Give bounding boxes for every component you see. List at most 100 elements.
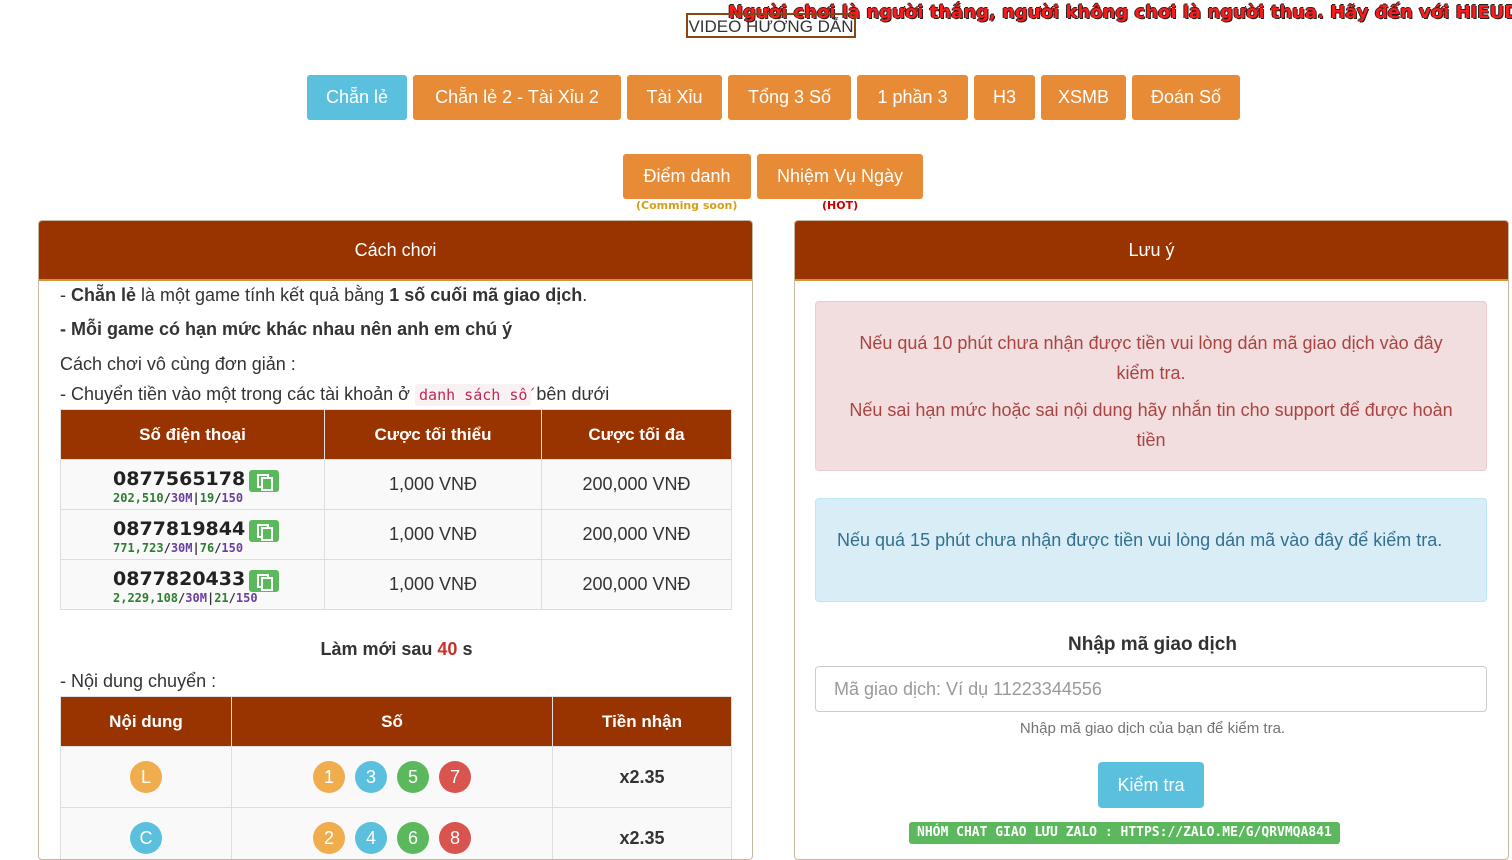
min-bet-cell: 1,000 VNĐ <box>325 560 542 610</box>
content-code-cell: L <box>61 747 232 808</box>
transaction-code-input[interactable] <box>815 666 1487 712</box>
stat-max: 150 <box>236 591 258 605</box>
col-min-bet: Cược tối thiểu <box>325 410 542 460</box>
intro-end: . <box>582 285 587 305</box>
zalo-group-link[interactable]: NHÓM CHAT GIAO LƯU ZALO : HTTPS://ZALO.M… <box>909 822 1340 844</box>
transfer-prefix: - Chuyển tiền vào một trong các tài khoả… <box>60 384 410 404</box>
stat-max: 150 <box>221 541 243 555</box>
intro-game-name: Chẵn lẻ <box>71 285 136 305</box>
copy-icon[interactable] <box>249 570 279 592</box>
notes-panel: Lưu ý Nếu quá 10 phút chưa nhận được tiề… <box>794 220 1509 860</box>
table-row: 0877819844 771,723/30M|76/150 1,000 VNĐ … <box>61 510 732 560</box>
number-ball: 3 <box>355 761 387 793</box>
simple-text: Cách chơi vô cùng đơn giản : <box>60 354 296 375</box>
stat-amount: 2,229,108 <box>113 591 178 605</box>
payout-cell: x2.35 <box>553 808 732 860</box>
table-row: C 2468 x2.35 <box>61 808 732 860</box>
tab-doan-so[interactable]: Đoán Số <box>1132 75 1240 120</box>
max-bet-cell: 200,000 VNĐ <box>542 560 732 610</box>
tab-1-phan-3[interactable]: 1 phần 3 <box>857 75 968 120</box>
refresh-timer: Làm mới sau 40 s <box>39 639 753 660</box>
alert-danger-line1: Nếu quá 10 phút chưa nhận được tiền vui … <box>816 328 1486 388</box>
min-bet-cell: 1,000 VNĐ <box>325 510 542 560</box>
col-max-bet: Cược tối đa <box>542 410 732 460</box>
alert-danger-line2: Nếu sai hạn mức hoặc sai nội dung hãy nh… <box>816 388 1486 455</box>
tab-chan-le-2[interactable]: Chẵn lẻ 2 - Tài Xỉu 2 <box>413 75 621 120</box>
phone-number: 0877565178 <box>113 468 245 490</box>
content-code-cell: C <box>61 808 232 860</box>
number-list-code: danh sách số <box>415 384 531 406</box>
content-label: - Nội dung chuyển : <box>60 671 216 692</box>
content-table: Nội dung Số Tiền nhận L 1357 x2.35 C 246… <box>60 696 732 860</box>
number-ball: 1 <box>313 761 345 793</box>
tab-tai-xiu[interactable]: Tài Xỉu <box>627 75 722 120</box>
number-ball: 8 <box>439 822 471 854</box>
stat-limit: 30M <box>171 541 193 555</box>
content-header-row: Nội dung Số Tiền nhận <box>61 697 732 747</box>
how-to-title: Cách chơi <box>39 221 752 281</box>
number-ball: 7 <box>439 761 471 793</box>
col-phone: Số điện thoại <box>61 410 325 460</box>
intro-mid: là một game tính kết quả bằng <box>136 285 389 305</box>
tab-tong-3-so[interactable]: Tổng 3 Số <box>728 75 851 120</box>
check-button[interactable]: Kiểm tra <box>1098 762 1204 808</box>
table-row: L 1357 x2.35 <box>61 747 732 808</box>
phone-cell: 0877565178 202,510/30M|19/150 <box>61 460 325 510</box>
max-bet-cell: 200,000 VNĐ <box>542 460 732 510</box>
alert-danger: Nếu quá 10 phút chưa nhận được tiền vui … <box>815 301 1487 471</box>
number-ball: 4 <box>355 822 387 854</box>
table-row: 0877820433 2,229,108/30M|21/150 1,000 VN… <box>61 560 732 610</box>
stat-count: 21 <box>214 591 228 605</box>
refresh-label: Làm mới sau <box>321 639 433 659</box>
copy-icon[interactable] <box>249 520 279 542</box>
stat-amount: 202,510 <box>113 491 164 505</box>
intro-line: - Chẵn lẻ là một game tính kết quả bằng … <box>60 285 587 306</box>
phone-number: 0877819844 <box>113 518 245 540</box>
table-row: 0877565178 202,510/30M|19/150 1,000 VNĐ … <box>61 460 732 510</box>
code-ball-l: L <box>130 761 162 793</box>
transfer-instruction: - Chuyển tiền vào một trong các tài khoả… <box>60 384 609 405</box>
phone-cell: 0877820433 2,229,108/30M|21/150 <box>61 560 325 610</box>
how-to-panel: Cách chơi - Chẵn lẻ là một game tính kết… <box>38 220 753 860</box>
intro-prefix: - <box>60 285 71 305</box>
tab-xsmb[interactable]: XSMB <box>1041 75 1126 120</box>
refresh-countdown: 40 <box>437 639 457 659</box>
phone-number: 0877820433 <box>113 568 245 590</box>
daily-mission-note: (HOT) <box>822 199 858 212</box>
stat-count: 19 <box>200 491 214 505</box>
stat-limit: 30M <box>185 591 207 605</box>
col-numbers: Số <box>232 697 553 747</box>
intro-rule: 1 số cuối mã giao dịch <box>389 285 582 305</box>
tab-h3[interactable]: H3 <box>974 75 1035 120</box>
video-guide-button[interactable]: VIDEO HƯỚNG DẪN <box>686 13 856 38</box>
stat-amount: 771,723 <box>113 541 164 555</box>
number-ball: 6 <box>397 822 429 854</box>
stat-count: 76 <box>200 541 214 555</box>
accounts-header-row: Số điện thoại Cược tối thiểu Cược tối đa <box>61 410 732 460</box>
number-ball: 2 <box>313 822 345 854</box>
checkin-note: (Comming soon) <box>636 199 737 212</box>
code-ball-c: C <box>130 822 162 854</box>
limit-warning: - Mỗi game có hạn mức khác nhau nên anh … <box>60 319 512 340</box>
max-bet-cell: 200,000 VNĐ <box>542 510 732 560</box>
input-label: Nhập mã giao dịch <box>795 634 1509 656</box>
number-ball: 5 <box>397 761 429 793</box>
input-help-text: Nhập mã giao dịch của bạn để kiểm tra. <box>795 720 1509 737</box>
payout-cell: x2.35 <box>553 747 732 808</box>
stat-max: 150 <box>221 491 243 505</box>
daily-mission-button[interactable]: Nhiệm Vụ Ngày <box>757 154 923 199</box>
stat-limit: 30M <box>171 491 193 505</box>
checkin-button[interactable]: Điểm danh <box>623 154 751 199</box>
copy-icon[interactable] <box>249 470 279 492</box>
refresh-unit: s <box>462 639 472 659</box>
numbers-cell: 1357 <box>232 747 553 808</box>
transfer-suffix: bên dưới <box>536 384 609 404</box>
col-payout: Tiền nhận <box>553 697 732 747</box>
tab-chan-le[interactable]: Chẵn lẻ <box>307 75 407 120</box>
accounts-table: Số điện thoại Cược tối thiểu Cược tối đa… <box>60 409 732 610</box>
min-bet-cell: 1,000 VNĐ <box>325 460 542 510</box>
notes-title: Lưu ý <box>795 221 1508 281</box>
numbers-cell: 2468 <box>232 808 553 860</box>
phone-cell: 0877819844 771,723/30M|76/150 <box>61 510 325 560</box>
alert-info: Nếu quá 15 phút chưa nhận được tiền vui … <box>815 498 1487 602</box>
